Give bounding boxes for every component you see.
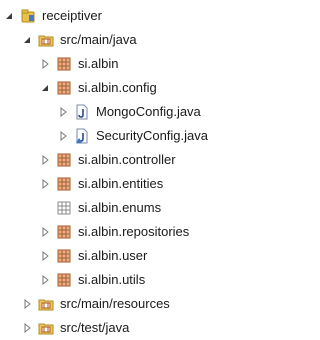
collapse-arrow-icon[interactable] <box>4 11 14 21</box>
expand-arrow-icon[interactable] <box>40 251 50 261</box>
source-folder-icon <box>38 32 54 48</box>
tree-row-si-albin-enums[interactable]: si.albin.enums <box>40 196 161 220</box>
tree-label: si.albin.config <box>78 80 157 95</box>
tree-row-project[interactable]: receiptiver <box>4 4 102 28</box>
tree-label: si.albin <box>78 56 119 71</box>
tree-label: MongoConfig.java <box>96 104 201 119</box>
package-icon <box>56 176 72 192</box>
expand-arrow-icon[interactable] <box>40 227 50 237</box>
tree-label: si.albin.enums <box>78 200 162 215</box>
package-icon <box>56 152 72 168</box>
tree-row-si-albin-repositories[interactable]: si.albin.repositories <box>40 220 189 244</box>
expand-arrow-icon[interactable] <box>22 299 32 309</box>
source-folder-icon <box>38 320 54 336</box>
tree-row-si-albin-controller[interactable]: si.albin.controller <box>40 148 176 172</box>
tree-label: src/main/java <box>60 32 137 47</box>
tree-row-si-albin-utils[interactable]: si.albin.utils <box>40 268 145 292</box>
tree-row-src-main-java[interactable]: src/main/java <box>22 28 137 52</box>
project-icon <box>20 8 36 24</box>
tree-label: src/main/resources <box>60 296 170 311</box>
tree-row-src-main-resources[interactable]: src/main/resources <box>22 292 170 316</box>
tree-label: si.albin.controller <box>78 152 176 167</box>
package-icon <box>56 224 72 240</box>
java-file-icon <box>74 104 90 120</box>
tree-label: si.albin.entities <box>78 176 164 191</box>
package-icon <box>56 248 72 264</box>
tree-label: si.albin.utils <box>78 272 146 287</box>
package-icon <box>56 80 72 96</box>
collapse-arrow-icon[interactable] <box>22 35 32 45</box>
project-explorer-tree: receiptiver src/main/java si.albin si.al… <box>0 0 264 338</box>
tree-row-src-test-java[interactable]: src/test/java <box>22 316 129 340</box>
expand-arrow-icon[interactable] <box>58 107 68 117</box>
tree-row-mongoconfig-java[interactable]: MongoConfig.java <box>58 100 201 124</box>
collapse-arrow-icon[interactable] <box>40 83 50 93</box>
tree-label: si.albin.user <box>78 248 148 263</box>
tree-label: receiptiver <box>42 8 102 23</box>
tree-label: SecurityConfig.java <box>96 128 208 143</box>
expand-arrow-icon[interactable] <box>40 59 50 69</box>
expand-arrow-icon[interactable] <box>22 323 32 333</box>
tree-row-si-albin-entities[interactable]: si.albin.entities <box>40 172 163 196</box>
tree-row-si-albin-config[interactable]: si.albin.config <box>40 76 157 100</box>
expand-arrow-icon[interactable] <box>40 275 50 285</box>
tree-label: src/test/java <box>60 320 130 335</box>
expand-arrow-icon[interactable] <box>40 179 50 189</box>
tree-row-securityconfig-java[interactable]: SecurityConfig.java <box>58 124 208 148</box>
source-folder-icon <box>38 296 54 312</box>
package-icon <box>56 272 72 288</box>
expand-arrow-icon[interactable] <box>58 131 68 141</box>
java-file-icon <box>74 128 90 144</box>
tree-label: si.albin.repositories <box>78 224 190 239</box>
tree-row-si-albin[interactable]: si.albin <box>40 52 118 76</box>
package-icon <box>56 56 72 72</box>
tree-row-si-albin-user[interactable]: si.albin.user <box>40 244 147 268</box>
expand-arrow-icon[interactable] <box>40 155 50 165</box>
empty-package-icon <box>56 200 72 216</box>
